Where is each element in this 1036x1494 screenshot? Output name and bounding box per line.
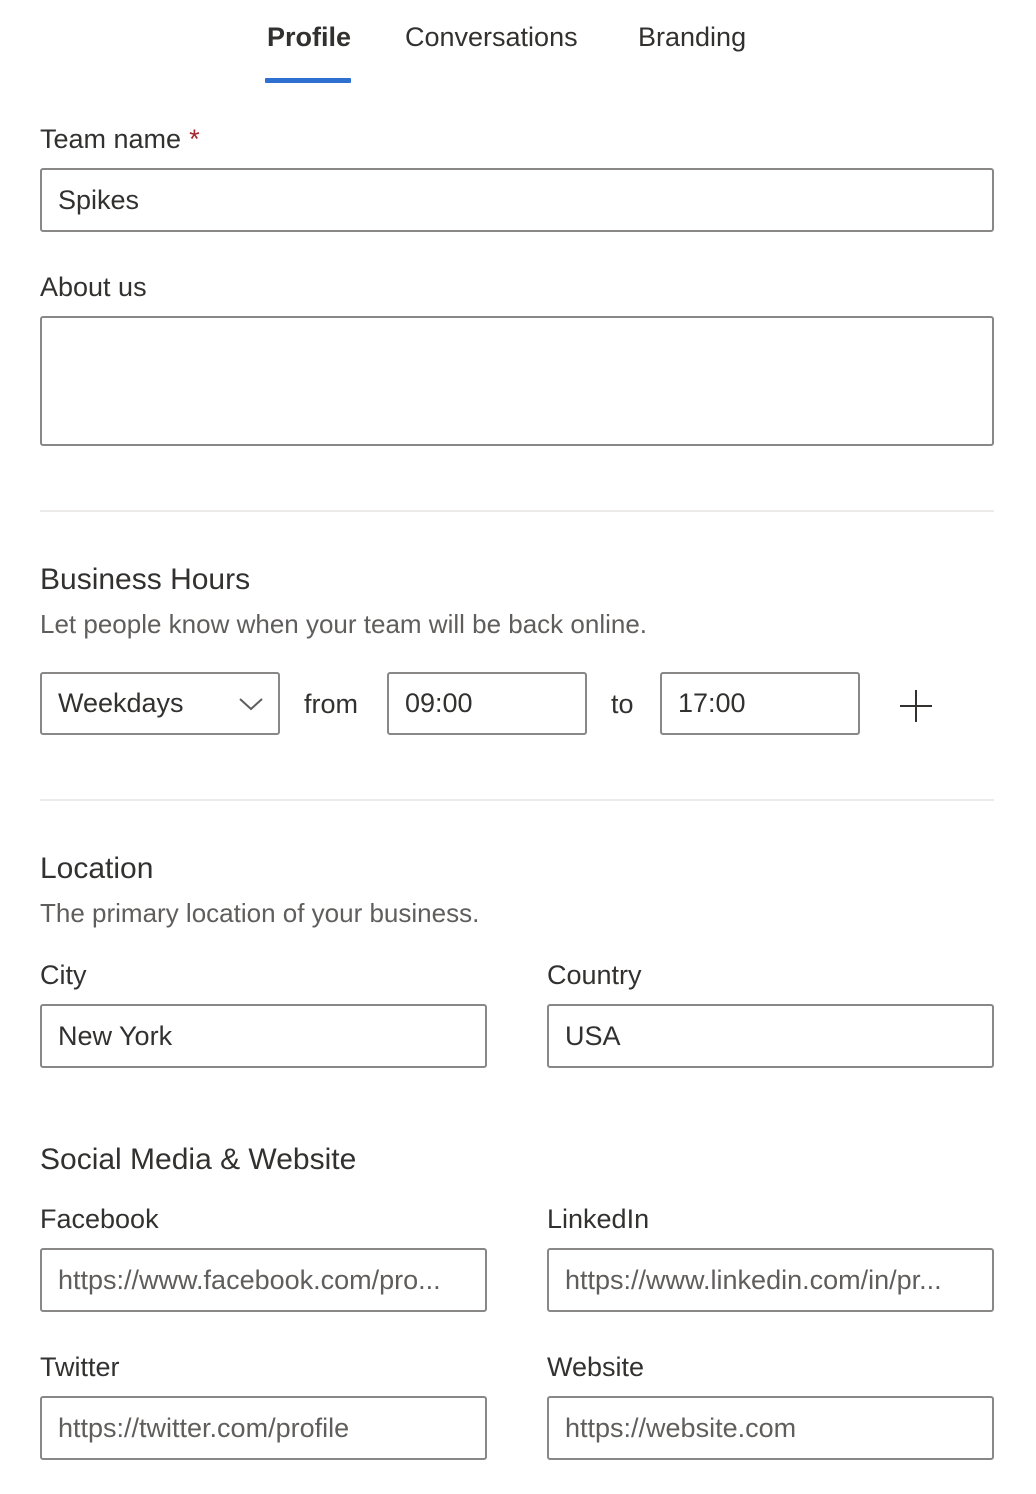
twitter-label: Twitter <box>40 1352 120 1382</box>
about-us-label: About us <box>40 272 147 302</box>
days-select[interactable]: Weekdays <box>40 672 280 735</box>
tab-bar: Profile Conversations Branding <box>0 0 1036 90</box>
plus-icon <box>900 690 932 722</box>
linkedin-input[interactable] <box>547 1248 994 1312</box>
divider <box>40 510 994 512</box>
from-label: from <box>304 689 358 719</box>
about-us-textarea[interactable] <box>40 316 994 446</box>
to-time-input[interactable] <box>660 672 860 735</box>
divider <box>40 799 994 801</box>
linkedin-label: LinkedIn <box>547 1204 650 1234</box>
location-description: The primary location of your business. <box>40 898 480 928</box>
city-label: City <box>40 960 87 990</box>
team-name-label-text: Team name <box>40 124 182 154</box>
location-title: Location <box>40 852 154 885</box>
team-name-label: Team name * <box>40 124 200 155</box>
facebook-input[interactable] <box>40 1248 487 1312</box>
days-select-value: Weekdays <box>58 688 184 718</box>
to-label: to <box>611 689 634 719</box>
website-label: Website <box>547 1352 645 1382</box>
tab-conversations[interactable]: Conversations <box>405 22 578 53</box>
social-title: Social Media & Website <box>40 1143 357 1176</box>
required-marker: * <box>189 124 200 154</box>
country-label: Country <box>547 960 642 990</box>
twitter-input[interactable] <box>40 1396 487 1460</box>
facebook-label: Facebook <box>40 1204 159 1234</box>
team-name-input[interactable] <box>40 168 994 232</box>
tab-profile[interactable]: Profile <box>267 22 351 53</box>
chevron-down-icon <box>239 698 263 711</box>
from-time-input[interactable] <box>387 672 587 735</box>
country-input[interactable] <box>547 1004 994 1068</box>
business-hours-description: Let people know when your team will be b… <box>40 609 648 639</box>
add-hours-button[interactable] <box>890 680 942 732</box>
website-input[interactable] <box>547 1396 994 1460</box>
active-tab-indicator <box>265 78 351 83</box>
city-input[interactable] <box>40 1004 487 1068</box>
business-hours-title: Business Hours <box>40 563 251 596</box>
tab-branding[interactable]: Branding <box>638 22 746 53</box>
